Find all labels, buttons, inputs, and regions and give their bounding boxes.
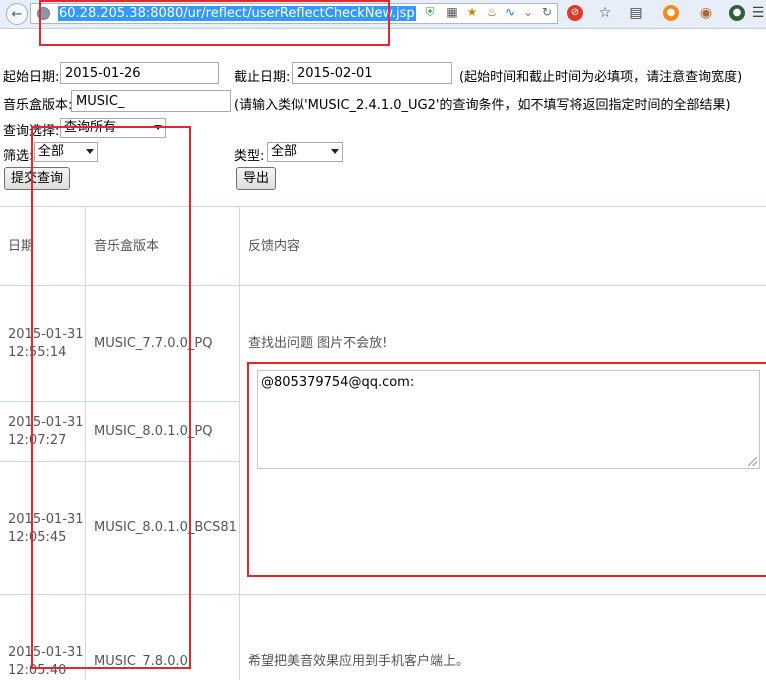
row-date: 2015-01-31 bbox=[8, 327, 84, 342]
reply-textarea[interactable]: @805379754@qq.com: bbox=[257, 370, 760, 469]
row-content: 查找出问题 图片不会放! bbox=[248, 336, 388, 351]
chevron-down-icon bbox=[154, 125, 162, 130]
header-version: 音乐盒版本 bbox=[94, 239, 160, 254]
type-label: 类型: bbox=[234, 149, 265, 164]
query-select-label: 查询选择: bbox=[3, 124, 60, 139]
row-version: MUSIC_8.0.1.0_BCS81 bbox=[94, 520, 237, 535]
row-date: 2015-01-31 bbox=[8, 415, 84, 430]
reply-text: @805379754@qq.com: bbox=[261, 375, 415, 390]
row-version: MUSIC_8.0.1.0_PQ bbox=[94, 424, 213, 439]
bookmark-star-icon[interactable]: ☆ bbox=[597, 5, 613, 21]
reading-list-icon[interactable]: ▤ bbox=[628, 5, 644, 21]
end-date-label: 截止日期: bbox=[234, 70, 291, 85]
filter-select-value: 全部 bbox=[38, 144, 65, 159]
row-date: 2015-01-31 bbox=[8, 512, 84, 527]
start-date-input[interactable] bbox=[60, 62, 219, 84]
java-icon[interactable]: ♨ bbox=[485, 5, 499, 19]
end-date-input[interactable] bbox=[292, 62, 452, 84]
chevron-down-icon bbox=[86, 149, 94, 154]
block-icon[interactable]: ⊘ bbox=[567, 5, 583, 21]
swirl-icon[interactable]: ∿ bbox=[503, 5, 517, 19]
row-divider bbox=[0, 594, 766, 595]
qr-code-icon[interactable]: ▦ bbox=[445, 5, 459, 19]
filter-select[interactable]: 全部 bbox=[34, 142, 98, 162]
type-select[interactable]: 全部 bbox=[267, 142, 343, 162]
extension-icon[interactable]: ★ bbox=[465, 5, 479, 19]
filter-label: 筛选: bbox=[3, 149, 34, 164]
url-text[interactable]: 60.28.205.38:8080/ur/reflect/userReflect… bbox=[58, 6, 416, 21]
site-globe-icon bbox=[37, 7, 50, 20]
start-date-label: 起始日期: bbox=[3, 70, 60, 85]
version-hint: (请输入类似'MUSIC_2.4.1.0_UG2'的查询条件，如不填写将返回指定… bbox=[234, 98, 731, 113]
date-hint: (起始时间和截止时间为必填项，请注意查询宽度) bbox=[459, 70, 743, 85]
shield-icon[interactable]: ⛨ bbox=[423, 5, 437, 19]
row-version: MUSIC_7.8.0.0 bbox=[94, 654, 188, 669]
dropdown-icon[interactable]: ⌄ bbox=[521, 5, 535, 19]
row-content: 希望把美音效果应用到手机客户端上。 bbox=[248, 654, 470, 669]
menu-icon[interactable]: ☰ bbox=[750, 5, 766, 21]
chevron-down-icon bbox=[331, 149, 339, 154]
type-select-value: 全部 bbox=[271, 144, 298, 159]
row-date: 2015-01-31 bbox=[8, 645, 84, 660]
query-select-value: 查询所有 bbox=[64, 120, 117, 135]
addon-icon[interactable]: ● bbox=[663, 5, 679, 21]
reload-icon[interactable]: ↻ bbox=[540, 5, 554, 19]
palette-icon[interactable]: ◉ bbox=[698, 5, 714, 21]
row-divider bbox=[0, 461, 240, 462]
header-content: 反馈内容 bbox=[248, 239, 301, 254]
row-divider bbox=[0, 401, 240, 402]
row-version: MUSIC_7.7.0.0_PQ bbox=[94, 336, 213, 351]
version-label: 音乐盒版本: bbox=[3, 98, 73, 113]
version-input[interactable] bbox=[71, 90, 231, 112]
security-addon-icon[interactable]: ● bbox=[729, 5, 745, 21]
column-divider bbox=[85, 206, 86, 680]
row-time: 12:07:27 bbox=[8, 433, 67, 448]
browser-toolbar: ← 60.28.205.38:8080/ur/reflect/userRefle… bbox=[0, 0, 766, 29]
row-time: 12:55:14 bbox=[8, 345, 67, 360]
header-date: 日期 bbox=[8, 239, 35, 254]
query-select[interactable]: 查询所有 bbox=[60, 118, 166, 138]
row-divider bbox=[0, 285, 766, 286]
annotation-box-version-column bbox=[31, 126, 191, 669]
column-divider bbox=[239, 206, 240, 680]
table-border-top bbox=[0, 206, 766, 207]
resize-handle-icon[interactable] bbox=[748, 457, 757, 466]
submit-query-button[interactable]: 提交查询 bbox=[4, 167, 71, 190]
row-time: 12:05:45 bbox=[8, 530, 67, 545]
row-time: 12:05:40 bbox=[8, 663, 67, 678]
back-arrow-icon[interactable]: ← bbox=[6, 3, 28, 25]
export-button[interactable]: 导出 bbox=[236, 167, 277, 190]
